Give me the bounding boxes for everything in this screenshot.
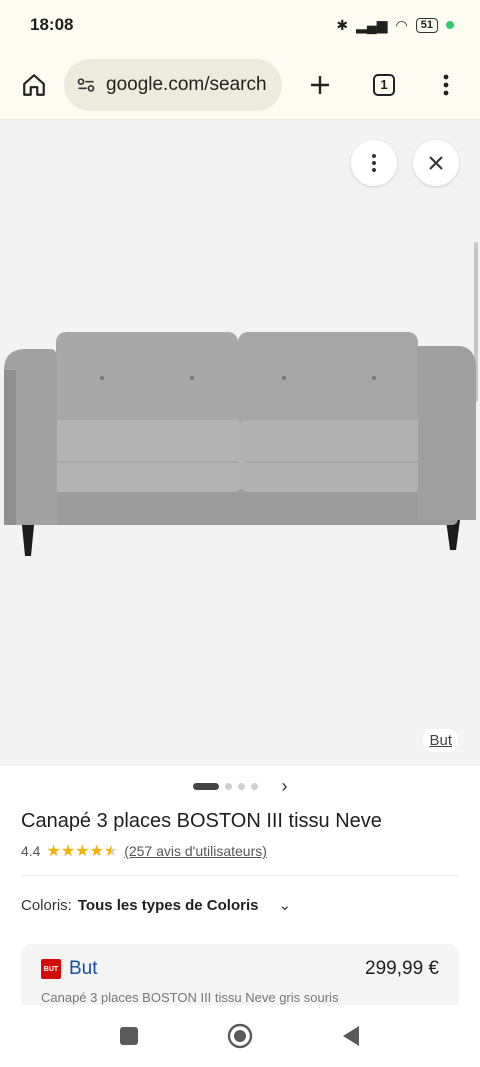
offer-price: 299,99 € bbox=[365, 958, 439, 979]
carousel-dot[interactable] bbox=[237, 782, 245, 790]
carousel-dot-active[interactable] bbox=[192, 782, 219, 790]
plus-icon bbox=[311, 75, 329, 94]
sofa-image bbox=[4, 332, 476, 556]
recents-icon[interactable] bbox=[119, 1026, 139, 1046]
carousel-dot[interactable] bbox=[250, 782, 258, 790]
status-icons: ✱ ▂▄▆ ◠ 51 bbox=[336, 17, 454, 34]
home-icon bbox=[23, 73, 45, 96]
product-title: Canapé 3 places BOSTON III tissu Neve bbox=[21, 810, 382, 832]
chevron-right-icon[interactable]: › bbox=[282, 776, 288, 797]
browser-toolbar: google.com/search 1 bbox=[0, 50, 480, 120]
rating-value: 4.4 bbox=[21, 843, 41, 859]
merchant-logo: BUT bbox=[41, 959, 61, 979]
status-bar: 18:08 ✱ ▂▄▆ ◠ 51 bbox=[0, 0, 480, 50]
tab-switcher-button[interactable]: 1 bbox=[364, 65, 404, 105]
system-nav-bar bbox=[0, 1005, 480, 1067]
url-text: google.com/search bbox=[106, 73, 267, 95]
star-rating-icon: ★★★★★ bbox=[46, 843, 119, 860]
status-time: 18:08 bbox=[30, 15, 74, 34]
image-source-link[interactable]: But bbox=[423, 729, 458, 752]
back-icon[interactable] bbox=[341, 1025, 361, 1047]
wifi-icon: ◠ bbox=[395, 16, 408, 33]
signal-icon: ▂▄▆ bbox=[356, 16, 388, 33]
bluetooth-icon: ✱ bbox=[336, 16, 349, 33]
divider bbox=[21, 875, 459, 876]
address-bar[interactable]: google.com/search bbox=[64, 58, 282, 111]
reviews-link[interactable]: (257 avis d'utilisateurs) bbox=[124, 843, 267, 859]
merchant[interactable]: BUT But bbox=[41, 958, 98, 980]
home-button[interactable] bbox=[14, 65, 54, 105]
browser-menu-button[interactable] bbox=[426, 65, 466, 105]
battery-icon: 51 bbox=[415, 17, 438, 33]
image-carousel-indicator: › bbox=[0, 766, 480, 806]
product-image-viewer[interactable]: But bbox=[0, 120, 480, 766]
home-nav-icon[interactable] bbox=[227, 1023, 253, 1049]
offer-description: Canapé 3 places BOSTON III tissu Neve gr… bbox=[41, 990, 339, 1005]
merchant-name: But bbox=[69, 958, 98, 979]
color-filter-label: Coloris: bbox=[21, 896, 72, 914]
color-filter[interactable]: Coloris: Tous les types de Coloris ⌄ bbox=[0, 896, 480, 915]
privacy-indicator bbox=[446, 21, 454, 29]
carousel-dot[interactable] bbox=[224, 782, 232, 790]
more-vert-icon bbox=[443, 74, 449, 95]
chevron-down-icon[interactable]: ⌄ bbox=[278, 896, 291, 914]
tab-count: 1 bbox=[373, 73, 395, 96]
color-filter-value: Tous les types de Coloris bbox=[77, 896, 259, 914]
site-settings-icon[interactable] bbox=[76, 75, 96, 95]
rating-row: 4.4 ★★★★★ (257 avis d'utilisateurs) bbox=[0, 841, 480, 861]
new-tab-button[interactable] bbox=[300, 65, 340, 105]
